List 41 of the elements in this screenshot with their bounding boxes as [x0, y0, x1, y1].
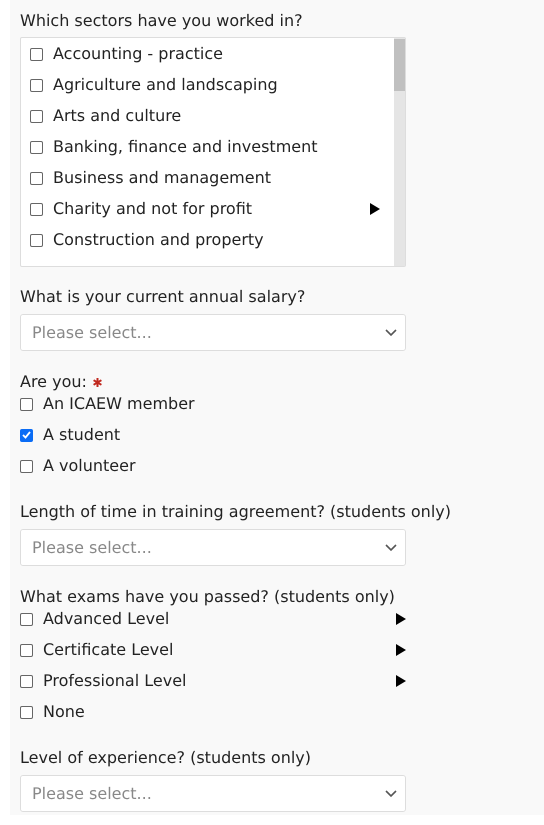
checkbox[interactable] [20, 612, 33, 626]
field-label: What is your current annual salary? [20, 286, 306, 308]
checkbox[interactable] [30, 110, 43, 122]
checkbox-label: A volunteer [43, 455, 136, 477]
checkbox[interactable] [20, 674, 33, 688]
checkbox[interactable] [20, 398, 33, 410]
field-label: Length of time in training agreement? (students only) [20, 501, 451, 523]
scrollbar[interactable] [394, 38, 405, 266]
checkbox-label: Accounting - practice [53, 43, 223, 65]
checkbox-label: Agriculture and landscaping [53, 74, 278, 96]
chevron-down-icon [385, 544, 397, 552]
checkbox[interactable] [30, 234, 43, 246]
select-field[interactable]: Please select... [20, 314, 406, 351]
checkbox-label: None [43, 701, 85, 723]
chevron-down-icon [385, 328, 397, 336]
checkbox[interactable] [20, 644, 33, 656]
checkbox-label: A student [43, 424, 120, 446]
checkbox-label: Advanced Level [43, 608, 170, 630]
checkbox[interactable] [30, 48, 43, 60]
checkbox[interactable] [30, 202, 43, 216]
checkbox[interactable] [30, 78, 43, 92]
checkbox[interactable] [30, 172, 43, 184]
select-field[interactable]: Please select... [20, 775, 406, 812]
checkbox[interactable] [20, 428, 33, 442]
checkbox-label: Professional Level [43, 670, 186, 692]
checkbox[interactable] [20, 460, 33, 472]
checkbox[interactable] [20, 706, 33, 718]
checkbox-label: Certificate Level [43, 639, 174, 661]
checkbox-label: Charity and not for profit [53, 198, 252, 220]
field-label: Are you: [20, 371, 87, 393]
checkbox-label: Banking, finance and investment [53, 136, 318, 158]
checkbox-label: Construction and property [53, 229, 264, 251]
checkbox-label: Business and management [53, 167, 272, 189]
chevron-down-icon [385, 790, 397, 798]
checkbox[interactable] [30, 140, 43, 154]
field-label: What exams have you passed? (students only) [20, 586, 395, 608]
select-field[interactable]: Please select... [20, 529, 406, 566]
checkbox-label: Arts and culture [53, 105, 182, 127]
field-label: Which sectors have you worked in? [20, 10, 303, 32]
checkbox-label: An ICAEW member [43, 393, 195, 415]
field-label: Level of experience? (students only) [20, 747, 311, 769]
